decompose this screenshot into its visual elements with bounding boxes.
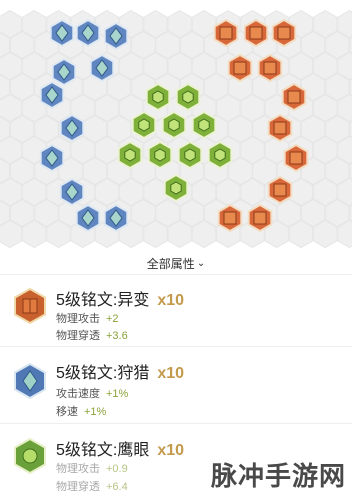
red-inscription-slot[interactable] bbox=[213, 18, 239, 48]
red-inscription-slot[interactable] bbox=[271, 18, 297, 48]
green-inscription-slot[interactable] bbox=[145, 82, 171, 112]
item-stat: 物理穿透 +3.6 bbox=[56, 330, 128, 342]
watermark: 脉冲手游网 bbox=[210, 461, 346, 491]
red-inscription-slot[interactable] bbox=[227, 53, 253, 83]
inscription-board bbox=[0, 0, 352, 250]
blue-inscription-slot[interactable] bbox=[75, 203, 101, 233]
item-title: 5级铭文:狩猎 x10 bbox=[56, 365, 185, 382]
red-inscription-slot[interactable] bbox=[217, 203, 243, 233]
item-stat: 物理攻击 +2 bbox=[56, 313, 119, 325]
list-item-shoulie: 5级铭文:狩猎 x10 攻击速度 +1% 移速 +1% bbox=[0, 347, 352, 424]
red-inscription-slot[interactable] bbox=[247, 203, 273, 233]
blue-inscription-icon bbox=[14, 363, 46, 399]
blue-inscription-slot[interactable] bbox=[75, 18, 101, 48]
green-inscription-slot[interactable] bbox=[131, 110, 157, 140]
item-stat: 攻击速度 +1% bbox=[56, 388, 129, 400]
red-inscription-icon bbox=[14, 288, 46, 324]
red-inscription-slot[interactable] bbox=[283, 143, 309, 173]
red-inscription-slot[interactable] bbox=[243, 18, 269, 48]
item-stat: 物理穿透 +6.4 bbox=[56, 481, 128, 493]
chevron-down-icon: ⌄ bbox=[196, 257, 206, 269]
red-inscription-slot[interactable] bbox=[267, 175, 293, 205]
green-inscription-slot[interactable] bbox=[163, 173, 189, 203]
all-attributes-toggle[interactable]: 全部属性 ⌄ bbox=[0, 252, 352, 275]
blue-inscription-slot[interactable] bbox=[89, 53, 115, 83]
green-inscription-slot[interactable] bbox=[161, 110, 187, 140]
inscription-grid bbox=[0, 9, 352, 249]
green-inscription-slot[interactable] bbox=[207, 140, 233, 170]
item-stat: 移速 +1% bbox=[56, 406, 107, 418]
blue-inscription-slot[interactable] bbox=[103, 21, 129, 51]
blue-inscription-slot[interactable] bbox=[59, 113, 85, 143]
blue-inscription-slot[interactable] bbox=[49, 18, 75, 48]
item-title: 5级铭文:鹰眼 x10 bbox=[56, 442, 185, 459]
green-inscription-slot[interactable] bbox=[147, 140, 173, 170]
red-inscription-slot[interactable] bbox=[267, 113, 293, 143]
red-inscription-slot[interactable] bbox=[281, 82, 307, 112]
blue-inscription-slot[interactable] bbox=[39, 143, 65, 173]
green-inscription-icon bbox=[14, 438, 46, 474]
blue-inscription-slot[interactable] bbox=[59, 177, 85, 207]
blue-inscription-slot[interactable] bbox=[51, 57, 77, 87]
green-inscription-slot[interactable] bbox=[177, 140, 203, 170]
blue-inscription-slot[interactable] bbox=[103, 203, 129, 233]
toggle-label: 全部属性 bbox=[146, 256, 195, 271]
item-stat: 物理攻击 +0.9 bbox=[56, 463, 128, 475]
red-inscription-slot[interactable] bbox=[257, 53, 283, 83]
green-inscription-slot[interactable] bbox=[117, 140, 143, 170]
blue-inscription-slot[interactable] bbox=[39, 80, 65, 110]
list-item-yibian: 5级铭文:异变 x10 物理攻击 +2 物理穿透 +3.6 bbox=[0, 276, 352, 347]
green-inscription-slot[interactable] bbox=[175, 82, 201, 112]
item-title: 5级铭文:异变 x10 bbox=[56, 292, 185, 309]
green-inscription-slot[interactable] bbox=[191, 110, 217, 140]
